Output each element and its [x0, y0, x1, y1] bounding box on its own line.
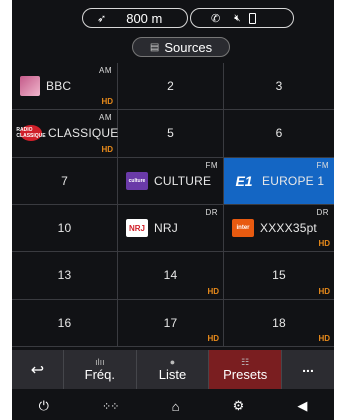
- band-badge: AM: [99, 66, 112, 75]
- frequency-button[interactable]: ılıı Fréq.: [64, 350, 137, 389]
- list-icon: ●: [169, 357, 176, 367]
- preset-label: 16: [57, 315, 72, 330]
- hd-icon: HD: [318, 286, 330, 296]
- presets-icon: ☷: [241, 357, 250, 367]
- preset-18[interactable]: 18 HD: [224, 300, 334, 347]
- preset-4[interactable]: RADIO CLASSIQUE CLASSIQUE AM HD: [12, 110, 119, 158]
- presets-label: Presets: [223, 367, 268, 382]
- navigation-distance: 800 m: [126, 10, 163, 26]
- preset-label: 15: [272, 268, 286, 283]
- frequency-icon: ılıı: [95, 357, 105, 367]
- hd-icon: HD: [318, 239, 330, 249]
- preset-16[interactable]: 16: [12, 299, 118, 347]
- list-button[interactable]: ● Liste: [137, 350, 210, 389]
- preset-label: 2: [167, 79, 174, 94]
- frequency-label: Fréq.: [84, 367, 115, 382]
- apps-grid-icon[interactable]: ⁘⁘: [102, 400, 119, 413]
- preset-grid: BBC AM HD 2 3 RADIO CLASSIQUE CLASSIQUE AM HD 5 6 7…: [12, 63, 334, 347]
- band-badge: FM: [205, 160, 218, 170]
- preset-label: 10: [57, 221, 72, 236]
- preset-13[interactable]: 13: [12, 252, 118, 300]
- back-button[interactable]: ↩: [12, 350, 64, 389]
- station-logo: E1: [235, 172, 253, 189]
- band-badge: FM: [316, 160, 329, 170]
- preset-label: 13: [57, 268, 72, 283]
- power-icon[interactable]: ⏻: [39, 398, 49, 414]
- preset-11[interactable]: NRJ NRJ DR: [118, 204, 224, 253]
- preset-label: 3: [275, 79, 283, 94]
- settings-car-icon[interactable]: ⚙: [233, 398, 245, 414]
- radio-screen: ➶ 800 m ✆ 🔇︎ ▤ Sources BBC AM HD 2 3 RADIO CL…: [12, 0, 334, 420]
- phone-status-pill[interactable]: ✆ 🔇︎: [190, 8, 294, 28]
- preset-label: EUROPE 1: [262, 173, 325, 188]
- preset-label: 7: [61, 173, 68, 188]
- preset-label: 17: [163, 315, 178, 330]
- hd-icon: HD: [101, 97, 113, 107]
- hd-icon: HD: [207, 286, 219, 296]
- presets-button[interactable]: ☷ Presets: [209, 350, 283, 389]
- preset-8[interactable]: culture CULTURE FM: [118, 157, 224, 205]
- preset-label: NRJ: [154, 221, 178, 236]
- preset-label: CLASSIQUE: [48, 126, 119, 141]
- station-logo: inter: [232, 219, 254, 238]
- preset-15[interactable]: 15 HD: [224, 252, 334, 300]
- hd-icon: HD: [101, 144, 113, 154]
- mute-icon: 🔇︎: [234, 12, 241, 24]
- station-logo: culture: [126, 171, 148, 190]
- action-bar: ↩ ılıı Fréq. ● Liste ☷ Presets ...: [12, 350, 334, 389]
- system-bar: ⏻ ⁘⁘ ⌂ ⚙ ◀: [12, 392, 334, 420]
- preset-7[interactable]: 7: [12, 157, 118, 205]
- band-badge: DR: [316, 207, 329, 217]
- sources-icon: ▤: [149, 41, 160, 53]
- preset-1[interactable]: BBC AM HD: [12, 63, 118, 111]
- preset-17[interactable]: 17 HD: [118, 299, 224, 347]
- station-logo: [20, 76, 40, 97]
- preset-3[interactable]: 3: [224, 63, 334, 111]
- sources-button[interactable]: ▤ Sources: [132, 37, 230, 57]
- preset-label: 18: [272, 315, 286, 330]
- back-icon: ↩: [30, 361, 45, 379]
- preset-6[interactable]: 6: [224, 110, 334, 158]
- station-logo: NRJ: [126, 219, 148, 238]
- band-badge: AM: [99, 113, 112, 123]
- preset-label: 5: [167, 126, 174, 141]
- preset-label: CULTURE: [154, 173, 212, 188]
- home-icon[interactable]: ⌂: [172, 399, 180, 414]
- preset-label: 14: [163, 268, 178, 283]
- preset-12[interactable]: inter XXXX35pt DR HD: [224, 205, 334, 253]
- hd-icon: HD: [318, 333, 330, 343]
- preset-10[interactable]: 10: [12, 204, 118, 253]
- sources-label: Sources: [164, 39, 213, 55]
- navigation-arrow-icon: ➶: [97, 12, 107, 25]
- band-badge: DR: [205, 207, 218, 217]
- navigation-status-pill[interactable]: ➶ 800 m: [82, 8, 188, 28]
- volume-icon[interactable]: ◀: [297, 398, 307, 414]
- preset-2[interactable]: 2: [118, 63, 224, 111]
- more-button[interactable]: ...: [282, 350, 334, 389]
- preset-label: XXXX35pt: [260, 221, 317, 236]
- station-logo: RADIO CLASSIQUE: [16, 125, 46, 142]
- phone-icon: ✆: [211, 12, 221, 25]
- preset-14[interactable]: 14 HD: [118, 252, 224, 300]
- preset-label: BBC: [46, 79, 72, 94]
- hd-icon: HD: [207, 333, 219, 343]
- preset-5[interactable]: 5: [118, 110, 224, 158]
- preset-9[interactable]: E1 EUROPE 1 FM: [224, 157, 334, 205]
- list-label: Liste: [158, 367, 187, 382]
- more-label: ...: [302, 358, 314, 375]
- phone-battery-icon: [248, 12, 256, 24]
- preset-label: 6: [275, 126, 283, 141]
